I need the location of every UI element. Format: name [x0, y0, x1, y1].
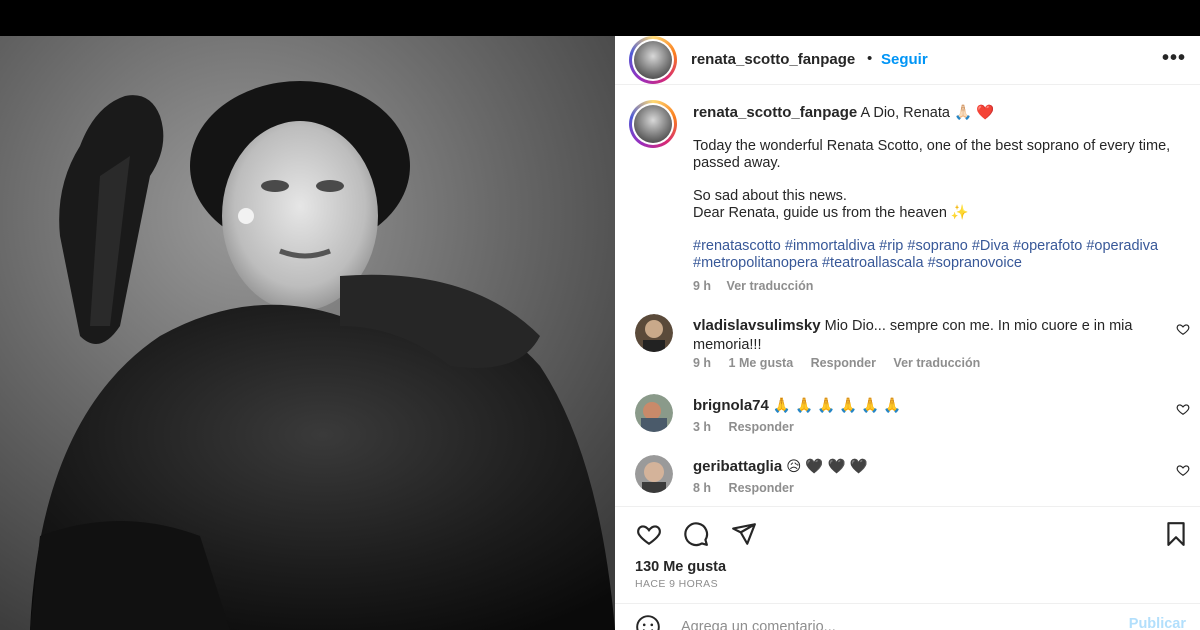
commenter-avatar[interactable] — [635, 314, 673, 352]
reply-button[interactable]: Responder — [811, 356, 876, 370]
more-options-icon[interactable]: ••• — [1162, 47, 1186, 70]
commenter-avatar[interactable] — [635, 394, 673, 432]
comment-bubble-icon[interactable] — [682, 521, 710, 547]
save-bookmark-icon[interactable] — [1163, 521, 1189, 547]
separator-dot: • — [867, 50, 873, 67]
reply-button[interactable]: Responder — [729, 420, 794, 434]
author-avatar[interactable] — [629, 36, 677, 84]
comment-time[interactable]: 8 h — [693, 481, 711, 495]
comment-meta: 3 h Responder — [693, 420, 808, 434]
follow-button[interactable]: Seguir — [881, 51, 928, 68]
author-username[interactable]: renata_scotto_fanpage — [691, 51, 855, 68]
like-heart-icon[interactable] — [635, 521, 663, 547]
comment-like-heart-icon[interactable] — [1176, 463, 1190, 477]
publish-button[interactable]: Publicar — [1129, 616, 1186, 630]
comment-meta: 9 h 1 Me gusta Responder Ver traducción — [693, 356, 994, 370]
translate-link[interactable]: Ver traducción — [727, 279, 814, 293]
comment-like-heart-icon[interactable] — [1176, 322, 1190, 336]
post-header: renata_scotto_fanpage • Seguir ••• — [615, 36, 1200, 85]
commenter-avatar[interactable] — [635, 455, 673, 493]
caption-line: Dear Renata, guide us from the heaven ✨ — [693, 205, 969, 221]
post-photo[interactable] — [0, 36, 615, 630]
comment-username[interactable]: vladislavsulimsky — [693, 317, 821, 334]
comment-time[interactable]: 3 h — [693, 420, 711, 434]
comment-text: 😥 🖤 🖤 🖤 — [786, 459, 868, 475]
post-side-panel: renata_scotto_fanpage • Seguir ••• renat… — [615, 36, 1200, 630]
photo-illustration — [0, 36, 615, 630]
comment-time[interactable]: 9 h — [693, 356, 711, 370]
post-actions: 130 Me gusta HACE 9 HORAS Publicar — [615, 506, 1200, 630]
comment-meta: 8 h Responder — [693, 481, 808, 495]
caption-hashtags[interactable]: #renatascotto #immortaldiva #rip #sopran… — [693, 238, 1173, 272]
top-black-bar — [0, 0, 1200, 36]
caption-title: A Dio, Renata 🙏🏻 ❤️ — [860, 105, 995, 121]
emoji-smile-icon[interactable] — [635, 614, 661, 630]
post-timestamp: HACE 9 HORAS — [635, 578, 718, 590]
comment-username[interactable]: brignola74 — [693, 397, 769, 414]
comment-username[interactable]: geribattaglia — [693, 458, 782, 475]
caption-avatar[interactable] — [629, 100, 677, 148]
share-paper-plane-icon[interactable] — [730, 521, 758, 547]
caption-time[interactable]: 9 h — [693, 279, 711, 293]
reply-button[interactable]: Responder — [729, 481, 794, 495]
add-comment-bar: Publicar — [615, 603, 1200, 630]
caption-paragraph: Today the wonderful Renata Scotto, one o… — [693, 138, 1171, 171]
caption-username[interactable]: renata_scotto_fanpage — [693, 104, 857, 121]
comment-input[interactable] — [681, 616, 1101, 630]
caption-meta: 9 h Ver traducción — [693, 278, 1173, 295]
translate-link[interactable]: Ver traducción — [893, 356, 980, 370]
likes-count[interactable]: 130 Me gusta — [635, 559, 726, 575]
comment-likes[interactable]: 1 Me gusta — [729, 356, 794, 370]
comment-text: 🙏 🙏 🙏 🙏 🙏 🙏 — [772, 398, 902, 414]
comment-like-heart-icon[interactable] — [1176, 402, 1190, 416]
caption-line: So sad about this news. — [693, 188, 847, 204]
